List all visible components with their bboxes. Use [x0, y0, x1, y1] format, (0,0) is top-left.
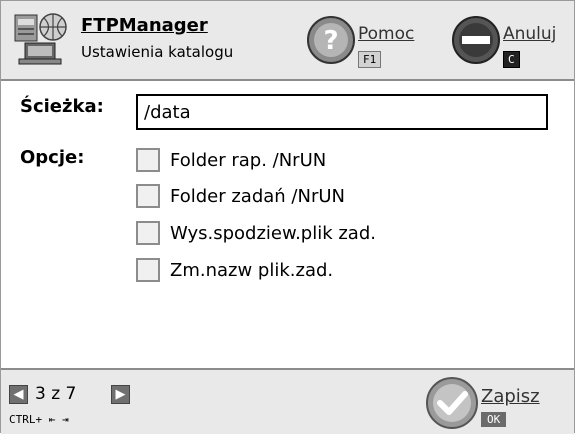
- option-wys-spodziew[interactable]: Wys.spodziew.plik zad.: [136, 218, 376, 248]
- options-label: Opcje:: [20, 147, 85, 168]
- cancel-key-badge: C: [503, 51, 520, 68]
- option-zm-nazw[interactable]: Zm.nazw plik.zad.: [136, 255, 333, 285]
- footer-bar: ◀ 3 z 7 ▶ CTRL+ ⇤ ⇥ Zapisz OK: [1, 368, 574, 434]
- prev-page-icon[interactable]: ◀: [9, 385, 28, 404]
- page-subtitle: Ustawienia katalogu: [81, 43, 234, 61]
- page-shortcut-hint: CTRL+ ⇤ ⇥: [9, 413, 69, 426]
- app-title[interactable]: FTPManager: [81, 15, 208, 36]
- checkbox[interactable]: [136, 184, 160, 208]
- checkbox[interactable]: [136, 258, 160, 282]
- help-icon: ?: [307, 16, 355, 64]
- option-folder-zadan[interactable]: Folder zadań /NrUN: [136, 181, 345, 211]
- page-indicator: 3 z 7: [35, 384, 77, 404]
- option-label: Wys.spodziew.plik zad.: [170, 222, 376, 244]
- help-button[interactable]: ? Pomoc F1: [306, 11, 426, 71]
- option-label: Folder zadań /NrUN: [170, 185, 345, 207]
- path-input[interactable]: [136, 94, 548, 130]
- checkbox[interactable]: [136, 221, 160, 245]
- option-label: Zm.nazw plik.zad.: [170, 259, 334, 281]
- save-button[interactable]: Zapisz OK: [425, 374, 565, 432]
- help-key-badge: F1: [358, 51, 382, 68]
- checkmark-icon: [426, 377, 478, 429]
- path-label: Ścieżka:: [20, 96, 104, 117]
- checkbox[interactable]: [136, 148, 160, 172]
- cancel-button[interactable]: Anuluj C: [451, 11, 566, 71]
- cancel-icon: [452, 16, 500, 64]
- cancel-label: Anuluj: [503, 24, 557, 44]
- save-label: Zapisz: [481, 386, 540, 407]
- save-key-badge: OK: [481, 412, 507, 427]
- network-computer-icon: [14, 13, 67, 65]
- option-folder-rap[interactable]: Folder rap. /NrUN: [136, 145, 326, 175]
- option-label: Folder rap. /NrUN: [170, 149, 327, 171]
- help-label: Pomoc: [358, 24, 415, 44]
- svg-text:?: ?: [323, 26, 338, 56]
- next-page-icon[interactable]: ▶: [111, 385, 130, 404]
- header-bar: FTPManager Ustawienia katalogu ? Pomoc F…: [1, 1, 574, 81]
